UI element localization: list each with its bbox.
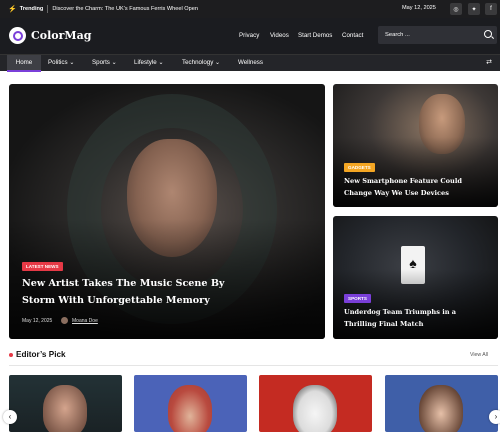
chevron-down-icon: ⌄ xyxy=(215,59,221,66)
pick-image xyxy=(168,385,212,432)
side-post-title[interactable]: New Smartphone Feature Could Change Way … xyxy=(344,175,484,199)
chevron-down-icon: ⌄ xyxy=(158,59,164,66)
category-badge-latest-news[interactable]: LATEST NEWS xyxy=(22,262,63,271)
nav-link-contact[interactable]: Contact xyxy=(342,32,363,39)
chevron-down-icon: ⌄ xyxy=(69,59,75,66)
author-avatar xyxy=(61,317,68,324)
nav-lifestyle[interactable]: Lifestyle ⌄ xyxy=(134,59,164,66)
pick-thumbnail[interactable] xyxy=(259,375,372,432)
featured-title[interactable]: New Artist Takes The Music Scene By Stor… xyxy=(22,275,252,309)
pick-thumbnail[interactable] xyxy=(385,375,498,432)
pick-image xyxy=(419,385,463,432)
nav-home[interactable]: Home xyxy=(7,55,41,72)
lightning-icon: ⚡ xyxy=(8,6,17,13)
nav-sports-label: Sports xyxy=(92,59,110,66)
current-date: May 12, 2025 xyxy=(402,5,436,11)
section-title: Editor’s Pick xyxy=(16,350,66,359)
nav-link-videos[interactable]: Videos xyxy=(270,32,289,39)
twitter-icon[interactable]: ✦ xyxy=(468,3,480,15)
facebook-icon[interactable]: f xyxy=(485,3,497,15)
nav-technology-label: Technology xyxy=(182,59,214,66)
nav-politics-label: Politics xyxy=(48,59,68,66)
search-placeholder: Search ... xyxy=(385,32,410,38)
site-brand[interactable]: ColorMag xyxy=(31,29,91,42)
top-bar: ⚡ Trending Discover the Charm: The UK’s … xyxy=(0,0,500,18)
pick-thumbnail[interactable] xyxy=(134,375,247,432)
view-all-link[interactable]: View All xyxy=(470,352,488,358)
nav-sports[interactable]: Sports ⌄ xyxy=(92,59,117,66)
trending-headline-link[interactable]: Discover the Charm: The UK’s Famous Ferr… xyxy=(52,6,198,12)
author-link[interactable]: Moana Doe xyxy=(72,318,98,324)
featured-date: May 12, 2025 xyxy=(22,318,53,324)
instagram-icon[interactable]: ◎ xyxy=(450,3,462,15)
nav-link-start-demos[interactable]: Start Demos xyxy=(298,32,332,39)
nav-link-privacy[interactable]: Privacy xyxy=(239,32,259,39)
trending-label: Trending xyxy=(19,6,44,12)
divider xyxy=(47,5,49,13)
nav-technology[interactable]: Technology ⌄ xyxy=(182,59,220,66)
nav-wellness[interactable]: Wellness xyxy=(238,59,263,66)
search-input[interactable]: Search ... xyxy=(378,26,497,44)
side-post-title[interactable]: Underdog Team Triumphs in a Thrilling Fi… xyxy=(344,306,484,330)
primary-navigation: Home Politics ⌄ Sports ⌄ Lifestyle ⌄ Tec… xyxy=(0,54,500,72)
section-dot-icon xyxy=(9,353,13,357)
chevron-down-icon: ⌄ xyxy=(111,59,117,66)
search-icon[interactable] xyxy=(484,30,492,38)
nav-politics[interactable]: Politics ⌄ xyxy=(48,59,75,66)
category-badge-sports[interactable]: SPORTS xyxy=(344,294,371,303)
pick-image xyxy=(293,385,337,432)
logo-icon[interactable] xyxy=(9,27,26,44)
category-badge-gadgets[interactable]: GADGETS xyxy=(344,163,375,172)
shuffle-icon[interactable]: ⇄ xyxy=(486,58,492,66)
pick-image xyxy=(43,385,87,432)
pick-thumbnail[interactable] xyxy=(9,375,122,432)
section-divider xyxy=(9,365,498,366)
site-header: ColorMag Privacy Videos Start Demos Cont… xyxy=(0,18,500,54)
nav-lifestyle-label: Lifestyle xyxy=(134,59,157,66)
carousel-prev-button[interactable]: ‹ xyxy=(3,410,17,424)
carousel-next-button[interactable]: › xyxy=(489,410,500,424)
